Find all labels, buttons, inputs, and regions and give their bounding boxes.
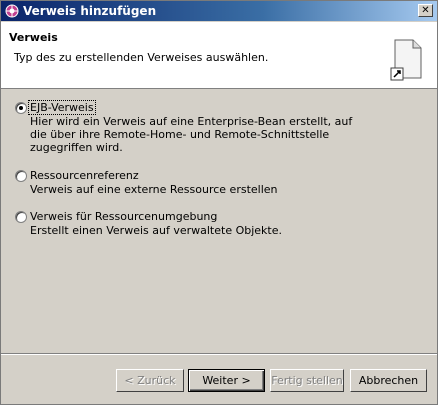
document-shortcut-icon (389, 38, 425, 82)
option-resource-environment-reference[interactable]: Verweis für Ressourcenumgebung Erstellt … (15, 210, 435, 240)
title-bar[interactable]: Verweis hinzufügen ✕ (1, 1, 437, 21)
radio-resource-environment-reference[interactable] (15, 211, 27, 223)
page-description: Typ des zu erstellenden Verweises auswäh… (14, 51, 269, 64)
page-title: Verweis (9, 31, 58, 44)
option-label[interactable]: Verweis für Ressourcenumgebung (30, 210, 217, 223)
finish-button[interactable]: Fertig stellen (270, 369, 344, 392)
option-description: Verweis auf eine externe Ressource erste… (30, 183, 278, 196)
app-icon (5, 4, 19, 18)
option-resource-reference[interactable]: Ressourcenreferenz Verweis auf eine exte… (15, 169, 435, 199)
cancel-button[interactable]: Abbrechen (350, 369, 427, 392)
close-icon: ✕ (421, 5, 430, 16)
wizard-dialog: Verweis hinzufügen ✕ Verweis Typ des zu … (0, 0, 438, 405)
close-button[interactable]: ✕ (418, 4, 433, 17)
option-label[interactable]: EJB-Verweis (28, 100, 96, 115)
option-description: Hier wird ein Verweis auf eine Enterpris… (30, 115, 353, 154)
window-title: Verweis hinzufügen (23, 4, 157, 18)
option-ejb-reference[interactable]: EJB-Verweis Hier wird ein Verweis auf ei… (15, 100, 435, 157)
radio-ejb-reference[interactable] (15, 102, 27, 114)
next-button[interactable]: Weiter > (188, 369, 265, 392)
option-label[interactable]: Ressourcenreferenz (30, 169, 139, 182)
wizard-header: Verweis Typ des zu erstellenden Verweise… (1, 22, 437, 89)
option-description: Erstellt einen Verweis auf verwaltete Ob… (30, 224, 282, 237)
options-panel: EJB-Verweis Hier wird ein Verweis auf ei… (1, 89, 437, 349)
footer-separator (1, 353, 437, 355)
radio-resource-reference[interactable] (15, 170, 27, 182)
back-button[interactable]: < Zurück (116, 369, 184, 392)
